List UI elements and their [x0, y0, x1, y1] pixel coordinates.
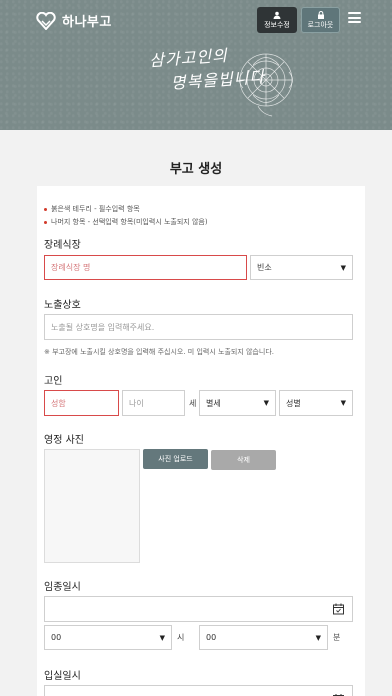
page-title: 부고 생성: [169, 162, 223, 177]
note-optional: 나머지 항목 - 선택입력 항목(미입력시 노출되지 않음): [44, 217, 208, 227]
user-icon: [273, 11, 281, 19]
delete-photo-button[interactable]: 삭제: [211, 450, 276, 470]
room-select-value: 빈소: [257, 263, 272, 272]
logo[interactable]: 하나부고: [36, 11, 112, 30]
section-funeral-hall: 장례식장: [44, 240, 81, 251]
death-minute-select[interactable]: 00 ▼: [199, 625, 328, 650]
room-select[interactable]: 빈소 ▼: [250, 255, 353, 280]
note-required-text: 붉은색 테두리 - 필수입력 항목: [51, 205, 140, 213]
section-death-datetime: 임종일시: [44, 582, 81, 593]
note-optional-text: 나머지 항목 - 선택입력 항목(미입력시 노출되지 않음): [51, 218, 208, 226]
section-encoffin-datetime: 입실일시: [44, 671, 81, 682]
caret-down-icon: ▼: [263, 399, 269, 407]
edit-profile-label: 정보수정: [264, 20, 290, 29]
age-unit-label: 세: [189, 399, 197, 408]
deceased-name-input[interactable]: 성함: [44, 390, 119, 416]
lock-icon: [317, 10, 324, 19]
exposure-name-placeholder: 노출될 상호명을 입력해주세요.: [51, 322, 155, 332]
heart-logo-icon: [36, 11, 56, 30]
header-banner: 하나부고 정보수정 로그아웃 삼가고인의 명복을빕니다: [0, 0, 392, 130]
death-hour-select[interactable]: 00 ▼: [44, 625, 172, 650]
logout-button[interactable]: 로그아웃: [301, 7, 340, 33]
hour-unit-label: 시: [177, 633, 185, 642]
section-exposure-name: 노출상호: [44, 300, 81, 311]
exposure-name-hint: ※ 부고장에 노출시킬 상호명을 입력해 주십시오. 미 입력시 노출되지 않습…: [44, 348, 274, 356]
funeral-hall-name-input[interactable]: 장례식장 명: [44, 255, 247, 280]
deceased-age-input[interactable]: 나이: [122, 390, 185, 416]
logo-text: 하나부고: [62, 15, 112, 30]
section-portrait: 영정 사진: [44, 435, 84, 446]
death-minute-value: 00: [206, 633, 217, 642]
caret-down-icon: ▼: [315, 633, 321, 642]
funeral-hall-name-placeholder: 장례식장 명: [51, 263, 91, 272]
deceased-name-placeholder: 성함: [51, 398, 66, 408]
death-date-input[interactable]: [44, 596, 353, 622]
gender-select-value: 성별: [286, 398, 301, 408]
death-title-select[interactable]: 별세 ▼: [199, 390, 276, 416]
death-hour-value: 00: [51, 633, 62, 642]
caret-down-icon: ▼: [159, 633, 165, 642]
chrysanthemum-illustration: [239, 53, 293, 117]
portrait-preview: [44, 449, 140, 563]
edit-profile-button[interactable]: 정보수정: [257, 7, 297, 33]
calendar-icon[interactable]: [333, 603, 344, 615]
gender-select[interactable]: 성별 ▼: [279, 390, 353, 416]
exposure-name-input[interactable]: 노출될 상호명을 입력해주세요.: [44, 314, 353, 340]
logout-label: 로그아웃: [307, 20, 334, 29]
caret-down-icon: ▼: [340, 399, 346, 407]
upload-photo-button[interactable]: 사진 업로드: [143, 449, 208, 469]
deceased-age-placeholder: 나이: [129, 398, 144, 408]
bullet-icon: [44, 220, 47, 224]
caret-down-icon: ▼: [340, 263, 346, 272]
note-required: 붉은색 테두리 - 필수입력 항목: [44, 204, 140, 214]
encoffin-date-input[interactable]: [44, 685, 353, 696]
hamburger-menu-icon[interactable]: [348, 12, 361, 23]
death-title-value: 별세: [206, 398, 221, 408]
section-deceased: 고인: [44, 376, 63, 387]
minute-unit-label: 분: [333, 633, 341, 642]
bullet-icon: [44, 207, 47, 211]
